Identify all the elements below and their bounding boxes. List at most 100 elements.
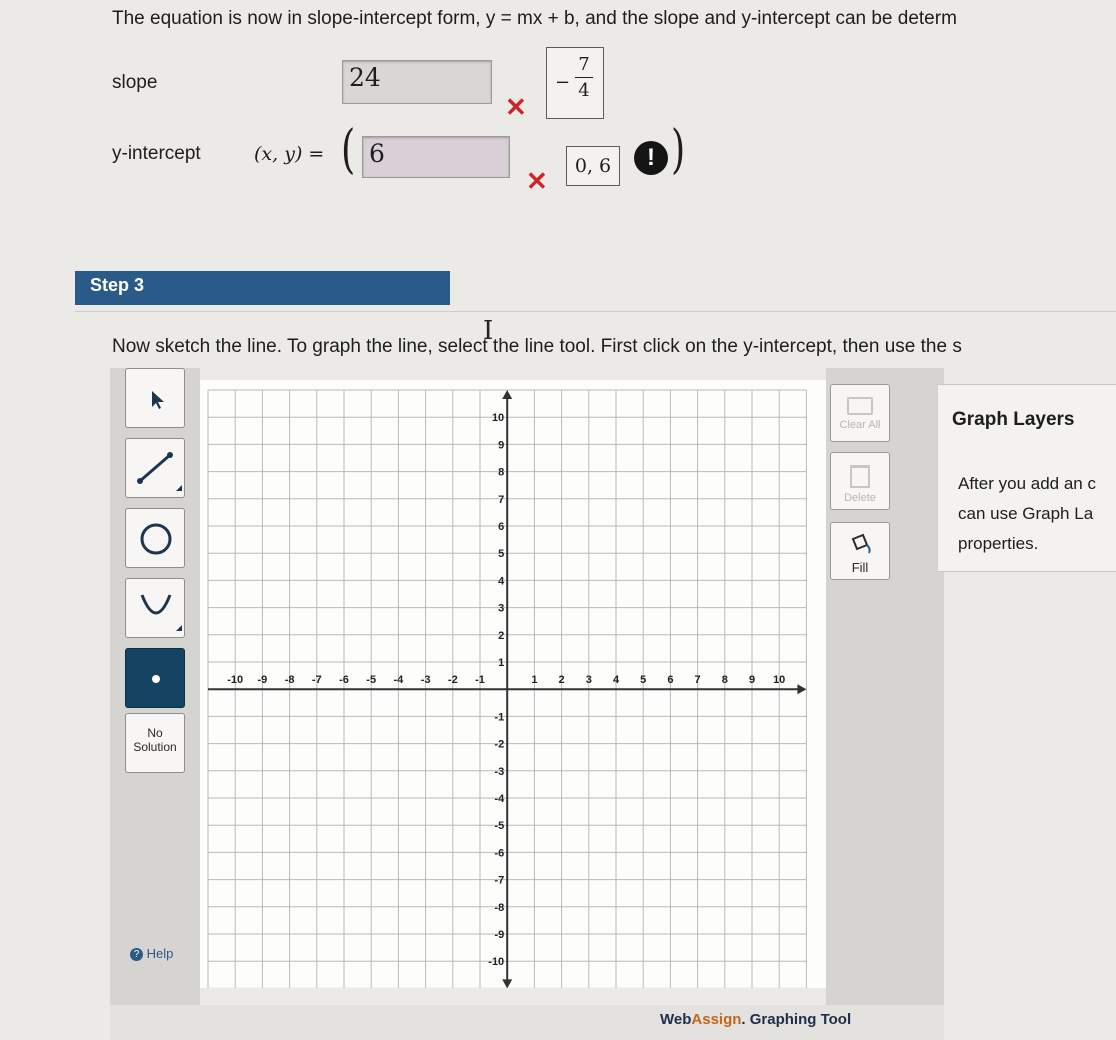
no-solution-line-1: No (147, 726, 163, 740)
x-tick-label: -7 (312, 674, 322, 686)
open-paren: ( (341, 120, 356, 180)
help-icon: ? (130, 948, 143, 962)
x-tick-label: 5 (640, 674, 646, 686)
y-tick-label: -5 (494, 820, 504, 832)
point-icon (152, 675, 160, 683)
slope-label: slope (112, 72, 158, 93)
y-tick-label: 6 (498, 521, 504, 533)
circle-icon (140, 523, 172, 555)
x-axis-arrow (797, 684, 807, 695)
delete-button[interactable]: Delete (830, 452, 890, 510)
y-tick-label: -3 (494, 766, 504, 778)
paint-bucket-icon (851, 533, 871, 554)
graph-layers-title: Graph Layers (952, 409, 1075, 430)
y-tick-label: -7 (494, 875, 504, 887)
x-tick-label: -8 (285, 674, 295, 686)
slope-answer-input[interactable]: 24 (342, 60, 492, 104)
layers-text-line-3: properties. (958, 534, 1039, 553)
y-tick-label: 7 (498, 494, 504, 506)
parabola-icon (140, 594, 182, 631)
line-icon (137, 452, 182, 491)
clear-icon (847, 397, 873, 415)
x-tick-label: 3 (586, 674, 592, 686)
yint-answer-input[interactable]: 6 (362, 136, 510, 178)
y-tick-label: -2 (494, 739, 504, 751)
x-tick-label: -5 (366, 674, 376, 686)
graph-layers-body: After you add an c can use Graph La prop… (958, 469, 1096, 559)
step-title: Step 3 (90, 275, 145, 295)
y-tick-label: -9 (494, 929, 504, 941)
x-tick-label: -9 (258, 674, 268, 686)
coord-label: (x, y) = (254, 143, 325, 165)
y-tick-label: 2 (498, 630, 504, 642)
graph-layers-panel: Graph Layers After you add an c can use … (938, 384, 1116, 572)
x-tick-label: 10 (773, 674, 785, 686)
clear-all-button[interactable]: Clear All (830, 384, 890, 442)
y-tick-label: 5 (498, 548, 504, 560)
y-tick-label: -8 (494, 902, 504, 914)
x-tick-label: -6 (339, 674, 349, 686)
text-cursor-icon: I (483, 316, 494, 346)
fraction-numerator: 7 (578, 54, 590, 75)
alert-icon[interactable]: ! (634, 141, 668, 175)
y-tick-label: 1 (498, 657, 504, 669)
y-tick-label: -10 (488, 956, 504, 968)
help-label: Help (146, 946, 174, 961)
help-link[interactable]: ? Help (130, 946, 174, 962)
yint-wrong-icon: ✕ (526, 166, 548, 196)
layers-text-line-2: can use Graph La (958, 504, 1094, 523)
x-tick-label: 9 (749, 674, 755, 686)
fraction-bar (575, 77, 593, 78)
minus-sign: − (555, 72, 571, 93)
webassign-brand: WebAssign. Graphing Tool (660, 1011, 851, 1028)
step-divider (75, 311, 1116, 312)
x-tick-label: -2 (448, 674, 458, 686)
yint-correct-answer: 0, 6 (566, 146, 620, 186)
x-tick-label: 1 (531, 674, 537, 686)
x-tick-label: -4 (394, 674, 405, 686)
fraction-denominator: 4 (578, 80, 590, 101)
intro-text: The equation is now in slope-intercept f… (112, 8, 957, 29)
slope-wrong-icon: ✕ (505, 92, 527, 122)
fill-label: Fill (851, 560, 869, 575)
x-tick-label: -3 (421, 674, 431, 686)
x-tick-label: 6 (667, 674, 673, 686)
y-tick-label: 10 (492, 412, 504, 424)
x-tick-label: -1 (475, 674, 485, 686)
y-axis-arrow-up (502, 390, 513, 399)
parabola-tool-button[interactable] (125, 578, 185, 638)
y-tick-label: 3 (498, 603, 504, 615)
no-solution-button[interactable]: No Solution (125, 713, 185, 773)
yint-label: y-intercept (112, 143, 201, 164)
point-tool-button[interactable] (125, 648, 185, 708)
tool-panel: No Solution ? Help (110, 368, 200, 1008)
x-tick-label: 2 (559, 674, 565, 686)
x-tick-label: -10 (227, 674, 243, 686)
edit-panel: Clear All Delete Fill (826, 368, 944, 1008)
y-axis-arrow-down (502, 979, 513, 989)
brand-graphing-tool: . Graphing Tool (741, 1011, 852, 1028)
y-tick-label: -6 (494, 847, 504, 859)
x-tick-label: 8 (722, 674, 728, 686)
y-tick-label: 9 (498, 439, 504, 451)
x-tick-label: 7 (695, 674, 701, 686)
pointer-icon (152, 391, 164, 409)
y-tick-label: -4 (494, 793, 505, 805)
coordinate-grid[interactable]: -10 -9 -8 -7 -6 -5 -4 -3 -2 -1 1 2 3 4 5 6 7 8 9 10 10 9 8 7 6 5 4… (200, 380, 826, 989)
delete-label: Delete (844, 492, 876, 504)
no-solution-line-2: Solution (133, 740, 177, 754)
y-tick-label: -1 (494, 711, 504, 723)
slope-correct-answer: − 7 4 (546, 47, 604, 119)
y-tick-label: 8 (498, 467, 504, 479)
layers-text-line-1: After you add an c (958, 474, 1096, 493)
close-paren: ) (671, 120, 686, 180)
x-tick-label: 4 (613, 674, 620, 686)
step-instruction: Now sketch the line. To graph the line, … (112, 336, 962, 357)
graph-area[interactable]: -10 -9 -8 -7 -6 -5 -4 -3 -2 -1 1 2 3 4 5 6 7 8 9 10 10 9 8 7 6 5 4… (200, 380, 826, 989)
pointer-tool-button[interactable] (125, 368, 185, 428)
trash-icon (850, 465, 870, 488)
circle-tool-button[interactable] (125, 508, 185, 568)
brand-assign: Assign (691, 1011, 742, 1028)
line-tool-button[interactable] (125, 438, 185, 498)
fill-button[interactable]: Fill (830, 522, 890, 580)
